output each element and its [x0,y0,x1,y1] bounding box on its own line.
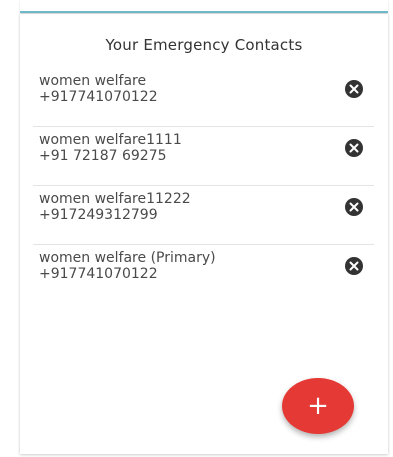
contact-name: women welfare (Primary) [39,250,216,266]
add-contact-button[interactable]: + [282,378,354,434]
remove-contact-button[interactable] [344,197,364,217]
contact-row[interactable]: women welfare +917741070122 [33,69,374,127]
remove-contact-button[interactable] [344,79,364,99]
contact-phone: +91 72187 69275 [39,148,167,164]
contact-phone: +917741070122 [39,89,158,105]
contact-phone: +917249312799 [39,207,158,223]
contact-list: women welfare +917741070122 women welfar… [33,69,374,305]
contact-name: women welfare [39,73,147,89]
plus-icon: + [307,391,329,421]
remove-contact-button[interactable] [344,256,364,276]
contact-name: women welfare1111 [39,132,182,148]
contact-row[interactable]: women welfare (Primary) +917741070122 [33,246,374,304]
close-circle-icon [345,139,363,157]
contact-row[interactable]: women welfare11222 +917249312799 [33,187,374,245]
emergency-contacts-card: Your Emergency Contacts women welfare +9… [20,14,388,454]
close-circle-icon [345,80,363,98]
close-circle-icon [345,257,363,275]
top-bar [20,0,388,13]
remove-contact-button[interactable] [344,138,364,158]
close-circle-icon [345,198,363,216]
contact-name: women welfare11222 [39,191,191,207]
card-title: Your Emergency Contacts [105,36,303,54]
contact-phone: +917741070122 [39,266,158,282]
contact-row[interactable]: women welfare1111 +91 72187 69275 [33,128,374,186]
